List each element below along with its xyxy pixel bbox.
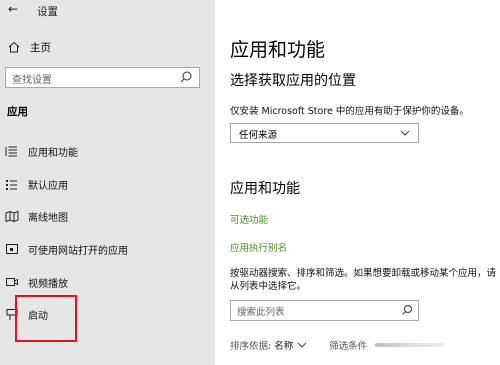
sidebar-item-label: 应用和功能 (28, 147, 78, 159)
video-playback-icon (6, 278, 18, 286)
apps-features-description: 按驱动器搜索、排序和筛选。如果想要卸载或移动某个应用，请从列表中选择它。 (230, 268, 497, 292)
offline-maps-icon (5, 210, 19, 223)
sidebar-item-label: 视频播放 (28, 278, 68, 290)
highlight-box (15, 295, 77, 342)
install-source-description: 仅安装 Microsoft Store 中的应用有助于保护你的设备。 (230, 106, 469, 117)
sort-label: 排序依据: (230, 341, 272, 352)
app-execution-alias-link[interactable]: 应用执行别名 (230, 240, 287, 254)
optional-features-link[interactable]: 可选功能 (230, 212, 268, 226)
list-search-input[interactable]: 搜索此列表 (230, 300, 419, 321)
main-panel: 应用和功能 选择获取应用的位置 仅安装 Microsoft Store 中的应用… (215, 0, 500, 365)
filter-dropdown[interactable]: 筛选条件 (329, 338, 367, 352)
sort-dropdown[interactable]: 名称 (274, 338, 293, 352)
page-title: 应用和功能 (230, 39, 326, 61)
window-title: 设置 (37, 6, 58, 18)
filter-value-blur (375, 343, 445, 347)
sidebar-item-offline-maps[interactable]: 离线地图 (5, 207, 68, 225)
sidebar: ← 设置 主页 查找设置 应用 应用和功能 默认应用 离线地图 可使用网站打开的… (0, 0, 215, 365)
sort-filter-row: 排序依据: 名称 筛选条件 (230, 338, 367, 352)
list-search-placeholder: 搜索此列表 (237, 307, 285, 318)
back-arrow-icon[interactable]: ← (8, 2, 18, 16)
sidebar-item-label: 可使用网站打开的应用 (28, 245, 128, 257)
sidebar-item-video-playback[interactable]: 视频播放 (5, 273, 68, 291)
apps-features-heading: 应用和功能 (230, 181, 300, 197)
sidebar-item-label: 默认应用 (28, 180, 68, 192)
sidebar-item-apps-for-websites[interactable]: 可使用网站打开的应用 (5, 240, 128, 258)
chevron-down-icon (400, 130, 410, 136)
app-source-dropdown[interactable]: 任何来源 (230, 123, 419, 143)
search-icon[interactable] (179, 70, 193, 84)
sidebar-item-apps-features[interactable]: 应用和功能 (5, 142, 78, 160)
settings-search-input[interactable]: 查找设置 (5, 67, 200, 88)
home-icon (8, 41, 20, 53)
settings-search-placeholder: 查找设置 (12, 75, 52, 86)
home-label: 主页 (30, 41, 51, 54)
sidebar-item-default-apps[interactable]: 默认应用 (5, 175, 68, 193)
app-source-dropdown-value: 任何来源 (239, 130, 278, 141)
sidebar-item-label: 离线地图 (28, 212, 68, 224)
default-apps-icon (6, 180, 17, 190)
title-bar: ← 设置 (0, 0, 215, 22)
home-nav-item[interactable]: 主页 (8, 38, 51, 56)
chevron-down-icon[interactable] (297, 341, 307, 349)
install-source-heading: 选择获取应用的位置 (230, 73, 356, 89)
sidebar-section-label: 应用 (7, 106, 28, 118)
search-icon[interactable] (401, 304, 413, 316)
apps-for-websites-icon (6, 244, 18, 254)
apps-list-icon (5, 146, 17, 157)
